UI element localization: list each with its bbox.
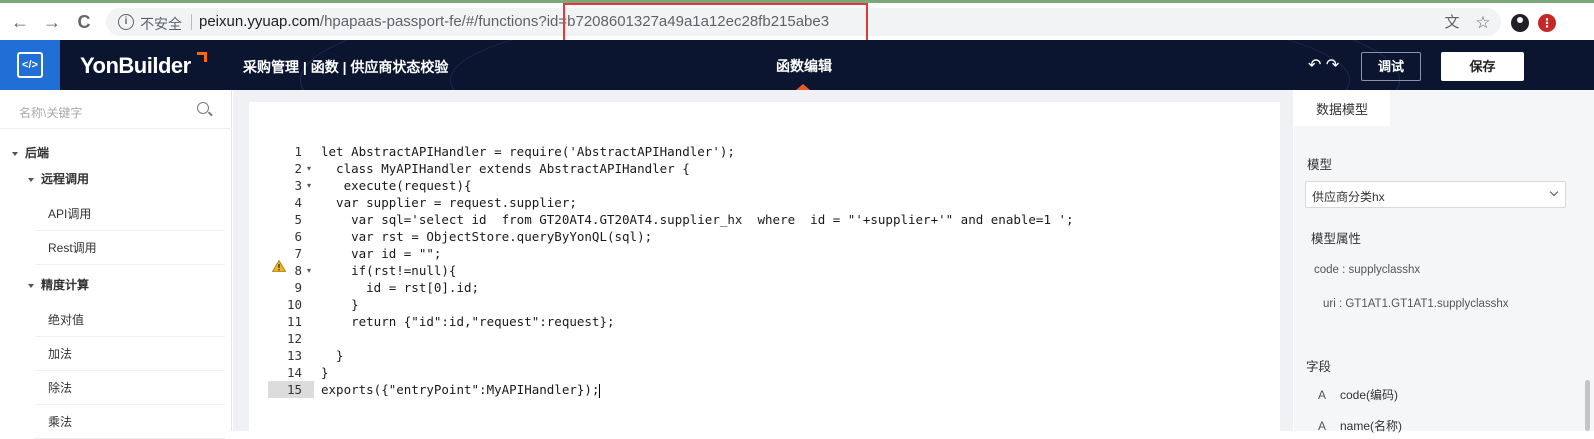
model-label: 模型 (1307, 158, 1333, 172)
line-number: 12 (286, 331, 302, 346)
code-window-icon: </> (17, 52, 43, 78)
text-cursor (599, 383, 601, 398)
url-host: peixun.yyuap.com (199, 13, 320, 30)
code-line[interactable]: if(rst!=null){ (321, 262, 456, 279)
menu-icon[interactable]: ⋮ (1538, 14, 1556, 32)
code-line[interactable]: } (321, 347, 344, 364)
brand-flag-icon (197, 52, 207, 62)
field-item[interactable]: Acode(编码) (1318, 386, 1398, 403)
model-props-label: 模型属性 (1311, 232, 1362, 246)
line-number: 5 (294, 212, 302, 227)
line-number: 6 (294, 229, 302, 244)
data-model-panel (1294, 90, 1594, 431)
model-code: code : supplyclasshx (1314, 264, 1421, 276)
code-line[interactable]: exports({"entryPoint":MyAPIHandler}); (321, 381, 601, 398)
line-number: 15 (268, 381, 314, 398)
header-decoration (450, 40, 1350, 90)
model-select-value: 供应商分类hx (1312, 190, 1385, 204)
line-number: 14 (286, 365, 302, 380)
tab-data-model[interactable]: 数据模型 (1294, 90, 1390, 126)
line-number: 9 (294, 280, 302, 295)
fold-caret-icon[interactable]: ▾ (307, 160, 311, 177)
tree-leaf[interactable]: 乘法 (35, 405, 225, 439)
browser-toolbar: ← → C i 不安全 peixun.yyuap.com/hpapaas-pas… (0, 0, 1594, 45)
tree-group-label: 远程调用 (41, 172, 90, 186)
tree-root-label: 后端 (25, 146, 50, 160)
code-line[interactable]: let AbstractAPIHandler = require('Abstra… (321, 143, 735, 160)
tree-leaf[interactable]: Rest调用 (35, 231, 225, 265)
tree-leaf[interactable]: 除法 (35, 371, 225, 405)
caret-down-icon (12, 151, 18, 156)
line-number: 13 (286, 348, 302, 363)
tree-root[interactable]: 后端 (12, 144, 49, 161)
code-line[interactable]: var rst = ObjectStore.queryByYonQL(sql); (321, 228, 652, 245)
address-divider (191, 14, 192, 30)
model-uri: uri : GT1AT1.GT1AT1.supplyclasshx (1323, 298, 1509, 310)
line-number: 1 (294, 144, 302, 159)
caret-down-icon (28, 283, 34, 288)
code-line[interactable]: var sql='select id from GT20AT4.GT20AT4.… (321, 211, 1073, 228)
caret-down-icon (28, 177, 34, 182)
page-title: 函数编辑 (776, 58, 832, 74)
info-icon[interactable]: i (118, 14, 134, 30)
search-icon[interactable] (197, 102, 209, 114)
url-path: /hpapaas-passport-fe/#/functions?id (319, 13, 559, 30)
text-type-icon: A (1318, 388, 1327, 402)
chevron-down-icon (1549, 187, 1559, 197)
code-line[interactable]: return {"id":id,"request":request}; (321, 313, 614, 330)
field-label: code(编码) (1340, 388, 1399, 402)
brand-name: YonBuilder (80, 53, 191, 78)
profile-icon[interactable] (1511, 14, 1529, 32)
app-logo[interactable]: </> (0, 40, 60, 90)
sidebar-search[interactable]: 名称\关键字 (7, 96, 222, 124)
tree-leaf[interactable]: 绝对值 (35, 303, 225, 337)
field-item[interactable]: Aname(名称) (1318, 417, 1402, 434)
code-line[interactable]: var supplier = request.supplier; (321, 194, 577, 211)
code-line[interactable]: } (321, 296, 359, 313)
back-icon[interactable]: ← (10, 12, 30, 32)
forward-icon[interactable]: → (42, 12, 62, 32)
warning-icon[interactable] (272, 260, 286, 272)
star-icon[interactable]: ☆ (1474, 14, 1492, 32)
code-line[interactable]: execute(request){ (321, 177, 472, 194)
line-number: 10 (286, 297, 302, 312)
tree-group[interactable]: 远程调用 (28, 170, 89, 187)
line-number: 4 (294, 195, 302, 210)
breadcrumb: 采购管理 | 函数 | 供应商状态校验 (243, 59, 449, 75)
model-select[interactable]: 供应商分类hx (1305, 181, 1566, 208)
insecure-label: 不安全 (140, 16, 182, 32)
fold-caret-icon[interactable]: ▾ (307, 177, 311, 194)
panel-scrollbar[interactable] (1585, 380, 1590, 431)
translate-icon[interactable]: 文 (1443, 14, 1461, 32)
url-highlight-box (563, 3, 868, 45)
line-number: 11 (286, 314, 302, 329)
fields-label: 字段 (1306, 360, 1332, 374)
app-header: </> YonBuilder 采购管理 | 函数 | 供应商状态校验 函数编辑 … (0, 40, 1594, 90)
debug-button[interactable]: 调试 (1361, 52, 1421, 81)
fold-caret-icon[interactable]: ▾ (307, 262, 311, 279)
code-line[interactable]: } (321, 364, 329, 381)
search-input[interactable]: 名称\关键字 (19, 104, 82, 121)
save-button[interactable]: 保存 (1441, 52, 1524, 81)
undo-redo-icons[interactable]: ↶ ↷ (1308, 55, 1339, 75)
code-line[interactable]: id = rst[0].id; (321, 279, 479, 296)
tree-leaf[interactable]: 加法 (35, 337, 225, 371)
reload-icon[interactable]: C (74, 12, 94, 32)
tree-group[interactable]: 精度计算 (28, 276, 89, 293)
tree-leaf[interactable]: API调用 (35, 197, 225, 231)
code-line[interactable]: class MyAPIHandler extends AbstractAPIHa… (321, 160, 690, 177)
divider (0, 128, 232, 129)
code-line[interactable]: var id = ""; (321, 245, 441, 262)
tree-group-label: 精度计算 (41, 278, 90, 292)
